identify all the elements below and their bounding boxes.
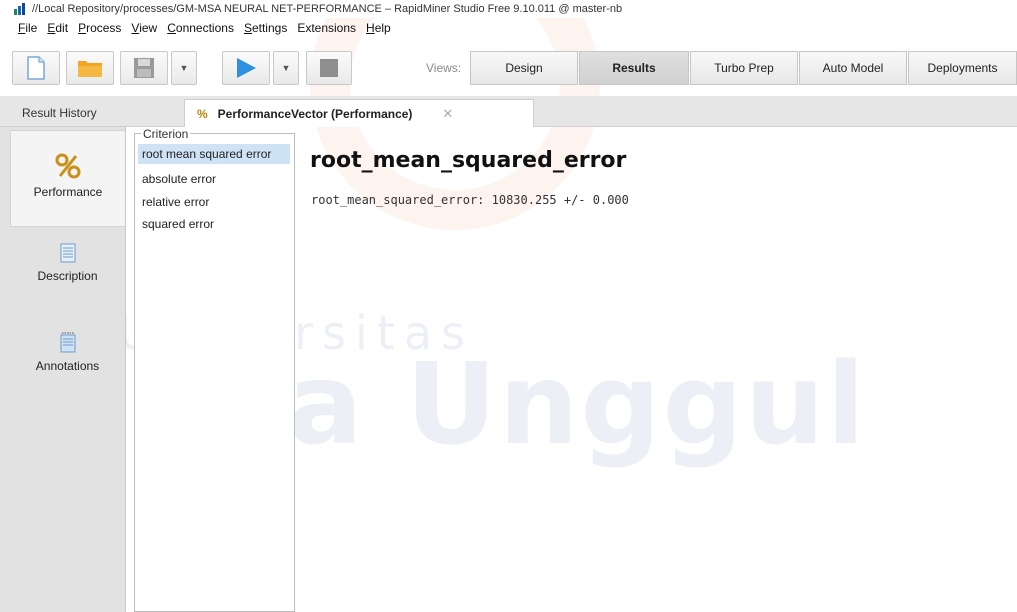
toolbar: ▼ ▼ Views: Design Results Turbo Prep Aut… [0,51,1017,87]
sidebar-item-label: Description [37,269,98,283]
view-auto-model-tab[interactable]: Auto Model [799,51,907,85]
window-title: //Local Repository/processes/GM-MSA NEUR… [32,3,623,15]
percent-icon [55,153,81,179]
menu-view[interactable]: View [131,21,157,35]
criterion-legend: Criterion [141,127,191,141]
tab-label: Result History [22,106,97,120]
stop-icon [320,59,338,77]
result-value-line: root_mean_squared_error: 10830.255 +/- 0… [311,193,629,207]
play-icon [237,58,256,78]
sidebar-item-description[interactable]: Description [10,243,125,303]
tab-label: PerformanceVector (Performance) [217,106,413,121]
sidebar-item-label: Performance [33,185,103,199]
menu-process[interactable]: Process [78,21,121,35]
menu-connections[interactable]: Connections [167,21,234,35]
tab-result-history[interactable]: Result History [12,99,130,127]
new-document-icon [27,56,45,80]
close-icon[interactable]: ✕ [442,106,453,122]
title-bar: //Local Repository/processes/GM-MSA NEUR… [0,0,1017,18]
stop-process-button[interactable] [306,51,352,85]
save-process-button[interactable] [120,51,168,85]
criterion-list: root mean squared error absolute error r… [134,133,295,612]
save-dropdown-button[interactable]: ▼ [171,51,197,85]
views-label: Views: [426,61,462,75]
chevron-down-icon: ▼ [179,63,189,73]
criterion-item-absolute-error[interactable]: absolute error [138,169,216,189]
sidebar-item-performance[interactable]: Performance [10,130,125,227]
menu-file[interactable]: File [18,21,37,35]
run-dropdown-button[interactable]: ▼ [273,51,299,85]
sidebar-item-annotations[interactable]: Annotations [10,331,125,391]
folder-icon [78,61,102,77]
criterion-item-relative-error[interactable]: relative error [138,192,209,212]
criterion-item-squared-error[interactable]: squared error [138,214,214,234]
chevron-down-icon: ▼ [281,63,291,73]
menu-edit[interactable]: Edit [47,21,68,35]
result-title: root_mean_squared_error [310,148,627,173]
tab-performance-vector[interactable]: % PerformanceVector (Performance) ✕ [184,99,534,127]
menu-help[interactable]: Help [366,21,391,35]
results-tab-strip: Result History % PerformanceVector (Perf… [0,96,1017,127]
open-process-button[interactable] [66,51,114,85]
notepad-icon [60,332,75,353]
view-design-tab[interactable]: Design [470,51,578,85]
run-process-button[interactable] [222,51,270,85]
view-results-tab[interactable]: Results [579,51,689,85]
performance-tab-icon: % [197,106,208,121]
result-view-sidebar: Performance Description Annotations [0,127,126,612]
new-process-button[interactable] [12,51,60,85]
rapidminer-app-icon [14,3,28,15]
document-icon [60,243,75,263]
menu-settings[interactable]: Settings [244,21,287,35]
sidebar-item-label: Annotations [35,359,100,373]
menu-bar: File Edit Process View Connections Setti… [0,19,401,36]
view-deployments-tab[interactable]: Deployments [908,51,1017,85]
criterion-item-root-mean-squared-error[interactable]: root mean squared error [138,144,290,164]
view-turbo-prep-tab[interactable]: Turbo Prep [690,51,798,85]
menu-extensions[interactable]: Extensions [297,21,356,35]
save-disk-icon [134,58,154,78]
